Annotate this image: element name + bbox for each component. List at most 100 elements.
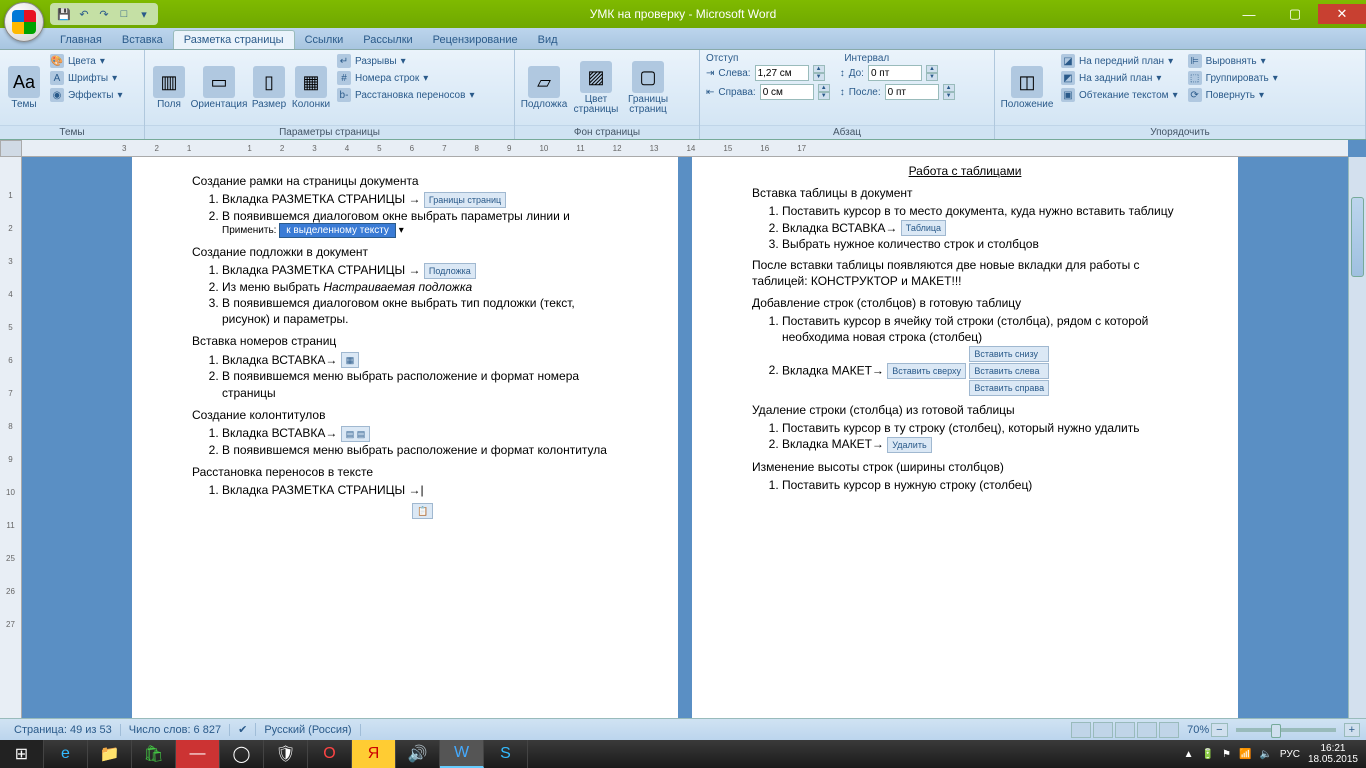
group-button[interactable]: ⬚Группировать ▾	[1184, 70, 1282, 86]
view-full-screen[interactable]	[1093, 722, 1113, 738]
tab-home[interactable]: Главная	[50, 31, 112, 49]
close-button[interactable]: ✕	[1318, 4, 1366, 24]
size-button[interactable]: ▯Размер	[249, 53, 289, 123]
tray-clock[interactable]: 16:21 18.05.2015	[1308, 743, 1358, 765]
watermark-button[interactable]: ▱Подложка	[519, 53, 569, 123]
page-borders-button[interactable]: ▢Границы страниц	[623, 53, 673, 123]
tab-page-layout[interactable]: Разметка страницы	[173, 30, 295, 49]
view-outline[interactable]	[1137, 722, 1157, 738]
tab-mailings[interactable]: Рассылки	[353, 31, 422, 49]
align-button[interactable]: ⊫Выровнять ▾	[1184, 53, 1282, 69]
scroll-thumb[interactable]	[1351, 197, 1364, 277]
tab-references[interactable]: Ссылки	[295, 31, 354, 49]
tray-network-icon[interactable]: 📶	[1239, 749, 1251, 760]
indent-right-input[interactable]	[760, 84, 814, 100]
page-left[interactable]: Создание рамки на страницы документа Вкл…	[132, 157, 678, 718]
view-web-layout[interactable]	[1115, 722, 1135, 738]
position-button[interactable]: ◫Положение	[999, 53, 1055, 123]
ruler-corner[interactable]	[0, 140, 22, 157]
rotate-button[interactable]: ⟳Повернуть ▾	[1184, 87, 1282, 103]
maximize-button[interactable]: ▢	[1272, 4, 1318, 24]
new-icon[interactable]: □	[116, 6, 132, 22]
tab-review[interactable]: Рецензирование	[423, 31, 528, 49]
tray-language[interactable]: РУС	[1280, 749, 1300, 760]
taskbar-explorer[interactable]: 📁	[88, 740, 132, 768]
spacing-label: Интервал	[844, 53, 889, 64]
page-right[interactable]: Работа с таблицами Вставка таблицы в док…	[692, 157, 1238, 718]
page-stub[interactable]	[692, 648, 1238, 718]
system-tray: ▲ 🔋 ⚑ 📶 🔈 РУС 16:21 18.05.2015	[1184, 743, 1366, 765]
spacing-after-input[interactable]	[885, 84, 939, 100]
status-words[interactable]: Число слов: 6 827	[121, 724, 230, 736]
tray-up-icon[interactable]: ▲	[1184, 749, 1194, 760]
taskbar-sound[interactable]: 🔊	[396, 740, 440, 768]
columns-icon: ▦	[295, 66, 327, 98]
fonts-button[interactable]: AШрифты ▾	[46, 70, 127, 86]
vertical-scrollbar[interactable]	[1348, 157, 1366, 718]
doc-heading: Вставка таблицы в документ	[752, 185, 1178, 201]
spin-down[interactable]: ▼	[818, 92, 830, 100]
qat-dropdown-icon[interactable]: ▾	[136, 6, 152, 22]
redo-icon[interactable]: ↷	[96, 6, 112, 22]
taskbar-yandex[interactable]: Я	[352, 740, 396, 768]
vertical-ruler[interactable]: 1234567891011252627	[0, 157, 22, 718]
indent-right-row: ⇤Справа:▲▼	[704, 83, 832, 101]
page-color-button[interactable]: ▨Цвет страницы	[571, 53, 621, 123]
start-button[interactable]: ⊞	[0, 740, 44, 768]
taskbar-ie[interactable]: e	[44, 740, 88, 768]
indent-left-input[interactable]	[755, 65, 809, 81]
taskbar-app1[interactable]: —	[176, 740, 220, 768]
spin-down[interactable]: ▼	[926, 73, 938, 81]
spacing-before-input[interactable]	[868, 65, 922, 81]
horizontal-ruler[interactable]: 3211234567891011121314151617	[22, 140, 1348, 157]
undo-icon[interactable]: ↶	[76, 6, 92, 22]
zoom-out-button[interactable]: −	[1211, 723, 1227, 737]
taskbar-skype[interactable]: S	[484, 740, 528, 768]
zoom-in-button[interactable]: +	[1344, 723, 1360, 737]
spin-up[interactable]: ▲	[818, 84, 830, 92]
tab-insert[interactable]: Вставка	[112, 31, 173, 49]
office-button[interactable]	[4, 2, 44, 42]
taskbar-opera[interactable]: O	[308, 740, 352, 768]
line-numbers-button[interactable]: #Номера строк ▾	[333, 70, 478, 86]
status-proofing[interactable]: ✔	[230, 723, 256, 736]
view-print-layout[interactable]	[1071, 722, 1091, 738]
tray-battery-icon[interactable]: 🔋	[1202, 749, 1214, 760]
tray-flag-icon[interactable]: ⚑	[1222, 749, 1231, 760]
list-item: В появившемся меню выбрать расположение …	[222, 368, 618, 400]
spin-up[interactable]: ▲	[926, 65, 938, 73]
save-icon[interactable]: 💾	[56, 6, 72, 22]
text-wrap-button[interactable]: ▣Обтекание текстом ▾	[1057, 87, 1182, 103]
effects-button[interactable]: ◉Эффекты ▾	[46, 87, 127, 103]
zoom-level[interactable]: 70%	[1187, 724, 1209, 736]
page-stub[interactable]	[132, 648, 678, 718]
breaks-button[interactable]: ↵Разрывы ▾	[333, 53, 478, 69]
spin-down[interactable]: ▼	[813, 73, 825, 81]
minimize-button[interactable]: —	[1226, 4, 1272, 24]
taskbar-shield[interactable]: 🛡	[264, 740, 308, 768]
tray-volume-icon[interactable]: 🔈	[1259, 749, 1271, 760]
colors-button[interactable]: 🎨Цвета ▾	[46, 53, 127, 69]
themes-button[interactable]: Aa Темы	[4, 53, 44, 123]
spin-down[interactable]: ▼	[943, 92, 955, 100]
status-page[interactable]: Страница: 49 из 53	[6, 724, 121, 736]
list-item: Вкладка ВСТАВКА→ ▦	[222, 352, 618, 369]
zoom-slider[interactable]	[1236, 728, 1336, 732]
taskbar-store[interactable]: 🛍	[132, 740, 176, 768]
tab-view[interactable]: Вид	[528, 31, 568, 49]
header-chip: ▤ ▤	[341, 426, 371, 442]
group-paragraph: Отступ Интервал ⇥Слева:▲▼ ⇤Справа:▲▼ ↕До…	[700, 50, 995, 139]
view-draft[interactable]	[1159, 722, 1179, 738]
bring-front-button[interactable]: ◪На передний план ▾	[1057, 53, 1182, 69]
ribbon: Aa Темы 🎨Цвета ▾ AШрифты ▾ ◉Эффекты ▾ Те…	[0, 50, 1366, 140]
send-back-button[interactable]: ◩На задний план ▾	[1057, 70, 1182, 86]
spin-up[interactable]: ▲	[943, 84, 955, 92]
columns-button[interactable]: ▦Колонки	[291, 53, 331, 123]
orientation-button[interactable]: ▭Ориентация	[191, 53, 247, 123]
taskbar-word[interactable]: W	[440, 740, 484, 768]
status-language[interactable]: Русский (Россия)	[256, 724, 360, 736]
spin-up[interactable]: ▲	[813, 65, 825, 73]
margins-button[interactable]: ▥Поля	[149, 53, 189, 123]
hyphenation-button[interactable]: b-Расстановка переносов ▾	[333, 87, 478, 103]
taskbar-app2[interactable]: ◯	[220, 740, 264, 768]
